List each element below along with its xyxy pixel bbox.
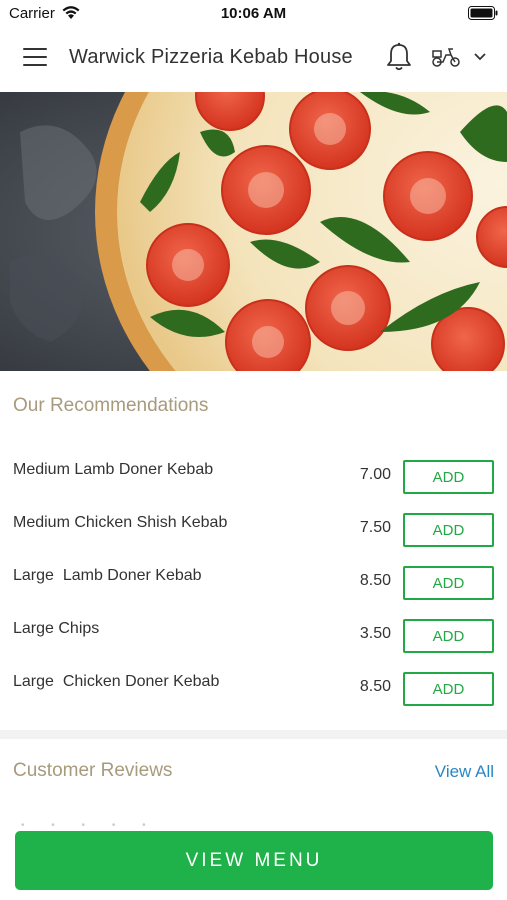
- battery-icon: [468, 6, 498, 20]
- item-price: 8.50: [359, 678, 391, 695]
- reviews-heading: Customer Reviews: [13, 760, 173, 781]
- item-name: Medium Chicken Shish Kebab: [13, 514, 228, 531]
- chevron-down-icon[interactable]: [473, 52, 487, 62]
- add-button[interactable]: ADD: [403, 460, 494, 494]
- menu-icon[interactable]: [23, 48, 47, 68]
- item-name: Large Chicken Doner Kebab: [13, 673, 220, 690]
- view-all-link[interactable]: View All: [435, 762, 494, 782]
- add-button[interactable]: ADD: [403, 513, 494, 547]
- add-button[interactable]: ADD: [403, 566, 494, 600]
- restaurant-title: Warwick Pizzeria Kebab House: [69, 46, 353, 68]
- bell-icon[interactable]: [385, 42, 413, 72]
- list-item: Medium Lamb Doner Kebab 7.00 ADD: [0, 460, 507, 513]
- recommendations-section: Our Recommendations Medium Lamb Doner Ke…: [0, 371, 507, 730]
- view-menu-button[interactable]: VIEW MENU: [15, 831, 493, 890]
- list-item: Medium Chicken Shish Kebab 7.50 ADD: [0, 513, 507, 566]
- list-item: Large Chips 3.50 ADD: [0, 619, 507, 672]
- rating-stars-icon: • • • • •: [21, 820, 158, 831]
- item-name: Large Chips: [13, 620, 100, 637]
- status-time: 10:06 AM: [220, 5, 287, 22]
- add-button[interactable]: ADD: [403, 619, 494, 653]
- hero-pizza-image: [0, 92, 507, 371]
- add-button[interactable]: ADD: [403, 672, 494, 706]
- list-item: Large Lamb Doner Kebab 8.50 ADD: [0, 566, 507, 619]
- item-price: 3.50: [359, 625, 391, 642]
- app-header: Warwick Pizzeria Kebab House: [0, 26, 507, 92]
- recommendations-heading: Our Recommendations: [13, 395, 209, 416]
- list-item: Large Chicken Doner Kebab 8.50 ADD: [0, 672, 507, 725]
- item-price: 8.50: [359, 572, 391, 589]
- item-price: 7.50: [359, 519, 391, 536]
- status-bar: Carrier 10:06 AM: [0, 0, 507, 26]
- item-name: Medium Lamb Doner Kebab: [13, 461, 214, 478]
- item-price: 7.00: [359, 466, 391, 483]
- item-name: Large Lamb Doner Kebab: [13, 567, 202, 584]
- section-divider: [0, 730, 507, 739]
- scooter-icon[interactable]: [431, 46, 461, 68]
